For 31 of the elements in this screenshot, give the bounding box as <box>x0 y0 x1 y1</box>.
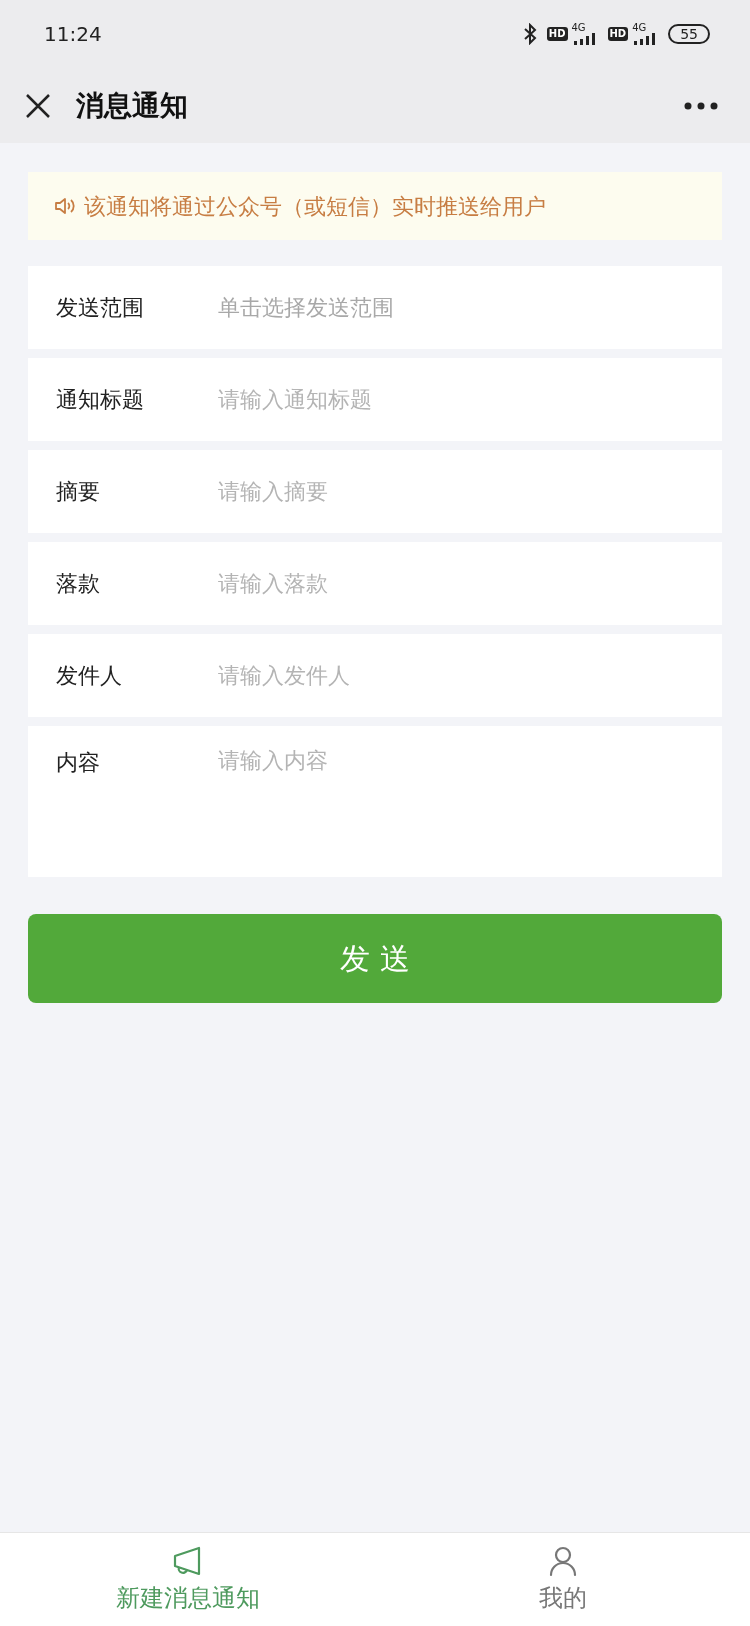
form-row[interactable]: 发送范围 单击选择发送范围 <box>28 266 722 349</box>
form-row[interactable]: 内容 请输入内容 <box>28 726 722 877</box>
field-label: 内容 <box>56 749 101 777</box>
tab-item[interactable]: 我的 <box>375 1533 750 1626</box>
form-row[interactable]: 发件人 请输入发件人 <box>28 634 722 717</box>
hd-badge: HD <box>546 27 568 41</box>
input-field[interactable]: 请输入发件人 <box>218 659 694 692</box>
field-label: 落款 <box>56 570 101 598</box>
form-row[interactable]: 摘要 请输入摘要 <box>28 450 722 533</box>
content-field[interactable]: 请输入内容 <box>218 746 694 856</box>
hd-badge: HD <box>607 27 629 41</box>
form-row[interactable]: 通知标题 请输入通知标题 <box>28 358 722 441</box>
field-label: 通知标题 <box>56 386 145 414</box>
field-label: 摘要 <box>56 478 101 506</box>
signal-icon <box>571 33 598 45</box>
input-field[interactable]: 请输入通知标题 <box>218 383 694 416</box>
field-label: 发件人 <box>56 662 123 690</box>
status-time: 11:24 <box>44 21 102 48</box>
form-row[interactable]: 落款 请输入落款 <box>28 542 722 625</box>
network-label: 4G <box>632 23 647 33</box>
input-field[interactable]: 请输入摘要 <box>218 475 694 508</box>
input-field[interactable]: 请输入落款 <box>218 567 694 600</box>
bluetooth-icon <box>522 23 537 45</box>
close-icon[interactable] <box>24 91 52 120</box>
page-title: 消息通知 <box>76 87 188 124</box>
speaker-icon <box>54 195 76 217</box>
field-label: 发送范围 <box>56 294 145 322</box>
network-label: 4G <box>571 23 586 33</box>
notice-text: 该通知将通过公众号（或短信）实时推送给用户 <box>84 192 546 221</box>
battery-indicator: 55 <box>668 24 710 44</box>
more-icon[interactable] <box>684 101 718 110</box>
